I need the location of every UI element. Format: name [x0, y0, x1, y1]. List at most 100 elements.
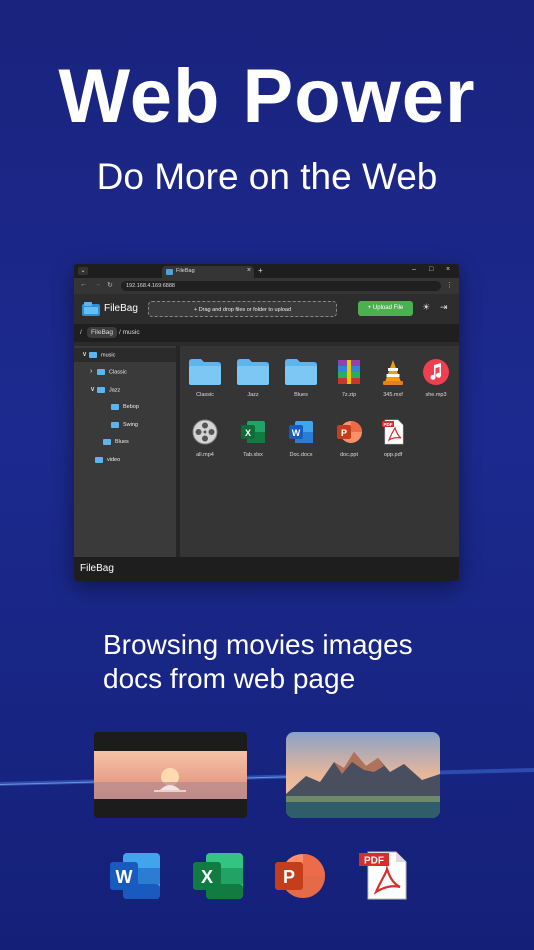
folder-icon [111, 421, 119, 428]
file-item[interactable]: she.mp3 [414, 358, 458, 398]
folder-icon [237, 359, 269, 385]
tree-item-label: Jazz [109, 387, 121, 394]
file-name: Tab.xlsx [243, 452, 263, 458]
new-tab-button[interactable]: + [258, 266, 263, 275]
browser-tab[interactable]: FileBag × [162, 266, 254, 278]
sunset-video-frame [94, 732, 247, 818]
app-header: FileBag + Drag and drop files or folder … [74, 294, 459, 324]
tab-title: FileBag [176, 268, 195, 274]
folder-icon [89, 352, 97, 358]
tree-item-video[interactable]: video [95, 453, 120, 467]
file-name: Blues [294, 392, 308, 398]
pdf-app-icon: PDF [359, 851, 407, 900]
tree-item-jazz[interactable]: ∨ Jazz [90, 383, 120, 397]
breadcrumb-filebag[interactable]: FileBag [87, 327, 118, 338]
logout-icon[interactable]: ⇥ [440, 302, 448, 313]
mountain-photo [286, 732, 440, 818]
pdf-icon: PDF [382, 419, 404, 445]
filebag-favicon-icon [166, 269, 173, 275]
word-icon-letter: W [116, 867, 133, 887]
url-input[interactable]: 192.168.4.169:6888 [121, 281, 441, 291]
drop-zone[interactable]: + Drag and drop files or folder to uploa… [148, 301, 337, 317]
breadcrumb-current: / music [119, 329, 140, 336]
file-item[interactable]: X Tab.xlsx [231, 418, 275, 458]
svg-text:W: W [292, 428, 301, 438]
tree-item-blues[interactable]: Blues [103, 435, 129, 449]
file-item[interactable]: Jazz [231, 358, 275, 398]
folder-tree: ∨ music › Classic ∨ Jazz Bebop Swing Blues … [74, 346, 176, 557]
file-item[interactable]: PDF opp.pdf [371, 418, 415, 458]
theme-toggle-icon[interactable]: ☀ [422, 302, 430, 313]
file-item[interactable]: Classic [183, 358, 227, 398]
background-light-streak [0, 768, 534, 786]
archive-icon [338, 360, 360, 384]
file-grid: Classic Jazz Blues 7z.zip 345.mxf she.mp… [180, 346, 459, 557]
excel-icon-letter: X [201, 867, 213, 887]
file-item[interactable]: 345.mxf [371, 358, 415, 398]
browser-menu-button[interactable]: ⋮ [446, 281, 453, 289]
video-thumbnail[interactable] [94, 732, 247, 818]
svg-text:X: X [245, 428, 251, 438]
tree-item-label: music [101, 352, 116, 359]
browser-window: ⌄ FileBag × + – □ × ← → ↻ 192.168.4.169:… [74, 264, 459, 581]
excel-app-icon: X [193, 853, 243, 899]
back-button[interactable]: ← [80, 281, 87, 288]
file-item[interactable]: P doc.ppt [327, 418, 371, 458]
folder-icon [97, 369, 105, 375]
maximize-button[interactable]: □ [429, 266, 433, 273]
caption-line-1: Browsing movies images [103, 629, 413, 660]
app-footer: FileBag [74, 557, 459, 581]
file-item[interactable]: 7z.zip [327, 358, 371, 398]
hero-subtitle: Do More on the Web [96, 156, 438, 197]
file-item[interactable]: Blues [279, 358, 323, 398]
hero-title: Web Power [58, 54, 476, 139]
powerpoint-app-icon: P [275, 854, 325, 898]
vlc-cone-icon [383, 360, 403, 385]
tree-item-classic[interactable]: › Classic [90, 365, 127, 379]
file-name: all.mp4 [196, 452, 214, 458]
minimize-button[interactable]: – [412, 266, 416, 273]
file-item[interactable]: W Doc.docx [279, 418, 323, 458]
svg-text:PDF: PDF [384, 422, 393, 427]
file-name: opp.pdf [383, 452, 403, 458]
tree-item-swing[interactable]: Swing [111, 418, 138, 432]
tree-item-bebop[interactable]: Bebop [111, 400, 139, 414]
folder-icon [97, 387, 105, 393]
file-name: doc.ppt [339, 452, 359, 458]
music-note-icon [423, 359, 449, 385]
tree-item-music[interactable]: ∨ music [74, 348, 176, 362]
forward-button[interactable]: → [94, 281, 101, 288]
app-brand: FileBag [104, 303, 138, 314]
file-item[interactable]: all.mp4 [183, 418, 227, 458]
file-name: 7z.zip [341, 392, 357, 398]
browser-tab-bar: ⌄ FileBag × + – □ × [74, 264, 459, 278]
file-name: 345.mxf [383, 392, 403, 398]
breadcrumb-root[interactable]: / [80, 329, 82, 336]
caption-line-2: docs from web page [103, 663, 356, 694]
powerpoint-icon-letter: P [283, 867, 295, 887]
tree-item-label: Classic [109, 369, 127, 376]
reload-button[interactable]: ↻ [107, 281, 113, 289]
folder-icon [103, 438, 111, 445]
svg-text:P: P [341, 428, 347, 438]
upload-file-button[interactable]: + Upload File [358, 301, 413, 316]
tab-close-icon[interactable]: × [247, 267, 251, 274]
breadcrumb: / FileBag / music [74, 324, 459, 342]
chevron-down-icon[interactable]: ∨ [82, 348, 89, 362]
word-app-icon: W [110, 853, 160, 899]
file-browser-body: ∨ music › Classic ∨ Jazz Bebop Swing Blues … [74, 346, 459, 557]
file-name: Classic [196, 392, 214, 398]
photo-thumbnail[interactable] [286, 732, 440, 818]
word-icon: W [289, 421, 313, 443]
chevron-down-icon[interactable]: ∨ [90, 383, 97, 397]
tab-list-button[interactable]: ⌄ [78, 267, 88, 275]
powerpoint-icon: P [337, 421, 362, 443]
folder-icon [189, 359, 221, 385]
file-name: Jazz [247, 392, 259, 398]
file-name: Doc.docx [289, 452, 313, 458]
folder-icon [95, 456, 103, 463]
close-window-button[interactable]: × [446, 266, 450, 273]
film-reel-icon [192, 419, 218, 445]
chevron-right-icon[interactable]: › [90, 365, 97, 379]
feature-caption: Browsing movies images docs from web pag… [103, 628, 503, 696]
